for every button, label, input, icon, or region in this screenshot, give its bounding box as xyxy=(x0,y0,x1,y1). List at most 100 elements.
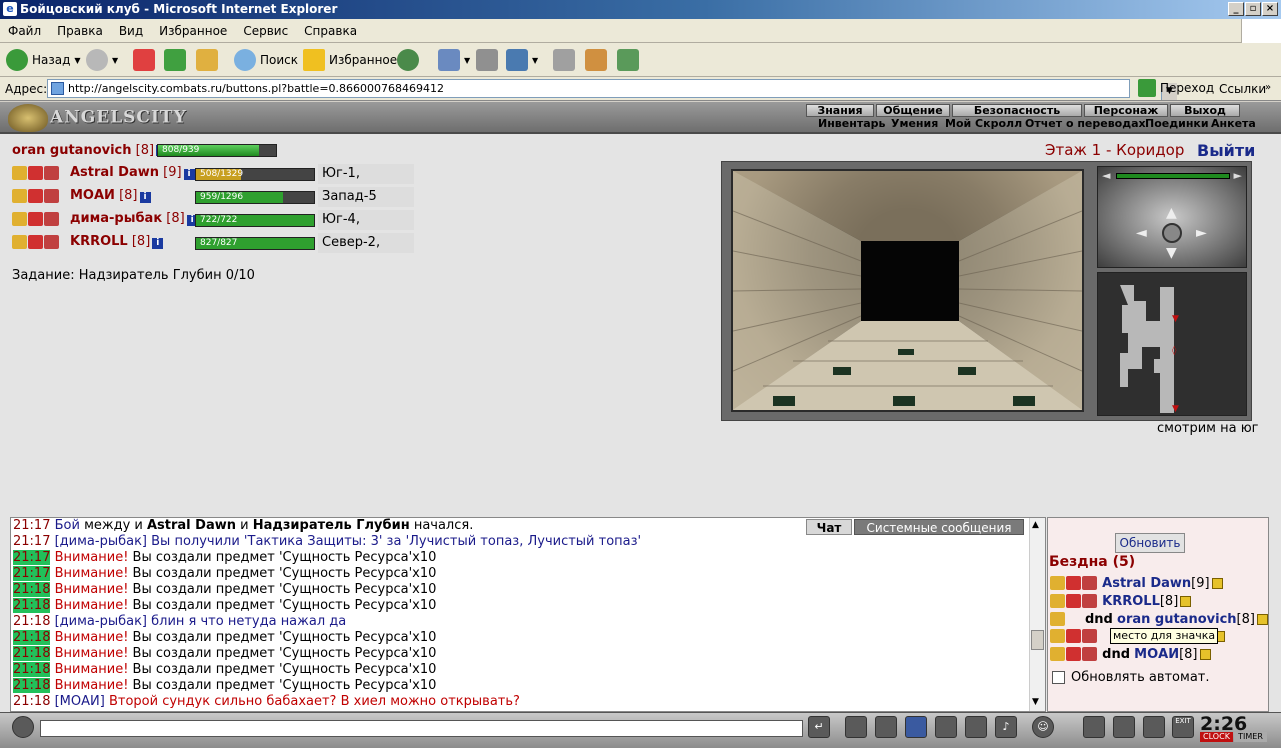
member-info-icon[interactable] xyxy=(1180,595,1192,607)
heal-icon[interactable] xyxy=(1066,576,1081,590)
attack-icon[interactable] xyxy=(12,166,27,180)
auto-refresh-checkbox[interactable] xyxy=(1052,671,1065,684)
feather-icon[interactable] xyxy=(1113,716,1135,738)
scroll-thumb[interactable] xyxy=(1031,630,1044,650)
member-info-icon[interactable] xyxy=(1256,613,1268,625)
save-log-icon[interactable] xyxy=(905,716,927,738)
nav-character[interactable]: Персонаж xyxy=(1084,104,1168,117)
nav-inventory[interactable]: Инвентарь xyxy=(818,118,885,130)
maximize-button[interactable]: ▫ xyxy=(1245,2,1261,16)
exit-dungeon-link[interactable]: Выйти xyxy=(1197,141,1255,160)
member-name[interactable]: дима-рыбак xyxy=(70,211,162,226)
room-member-name[interactable]: oran gutanovich xyxy=(1117,612,1237,627)
menu-tools[interactable]: Сервис xyxy=(235,19,296,43)
attack-icon[interactable] xyxy=(1050,612,1065,626)
nav-my-scroll[interactable]: Мой Скролл xyxy=(945,118,1022,130)
attack-icon[interactable] xyxy=(1050,576,1065,590)
heal-icon[interactable] xyxy=(28,166,43,180)
home-button[interactable] xyxy=(196,47,218,73)
member-info-icon[interactable] xyxy=(1211,577,1223,589)
messenger-button[interactable]: ▼ xyxy=(506,47,538,73)
attack-icon[interactable] xyxy=(1050,629,1065,643)
private-icon[interactable] xyxy=(965,716,987,738)
attack-icon[interactable] xyxy=(1050,647,1065,661)
room-member-name[interactable]: МОАИ xyxy=(1134,647,1179,662)
forward-button[interactable]: ▼ xyxy=(86,47,118,73)
heal-icon[interactable] xyxy=(28,212,43,226)
room-member-name[interactable]: KRROLL xyxy=(1102,594,1160,609)
player-name[interactable]: oran gutanovich xyxy=(12,143,132,158)
strafe-left-icon[interactable]: ◄ xyxy=(1136,225,1147,241)
attack-icon[interactable] xyxy=(12,235,27,249)
heart-icon[interactable] xyxy=(1082,594,1097,608)
edit-button[interactable] xyxy=(553,47,575,73)
favorites-button[interactable]: Избранное xyxy=(303,47,397,73)
heal-icon[interactable] xyxy=(28,235,43,249)
filter-icon[interactable] xyxy=(875,716,897,738)
bag-icon[interactable] xyxy=(1083,716,1105,738)
menu-view[interactable]: Вид xyxy=(111,19,151,43)
member-info-icon[interactable]: i xyxy=(183,169,195,180)
heal-icon[interactable] xyxy=(1066,594,1081,608)
nav-communication[interactable]: Общение xyxy=(876,104,950,117)
attack-icon[interactable] xyxy=(12,212,27,226)
address-input[interactable]: http://angelscity.combats.ru/buttons.pl?… xyxy=(47,79,1177,100)
scroll-down-icon[interactable]: ▼ xyxy=(1032,697,1039,707)
refresh-button[interactable]: Обновить xyxy=(1115,533,1185,553)
eraser-icon[interactable] xyxy=(845,716,867,738)
minimize-button[interactable]: _ xyxy=(1228,2,1244,16)
heal-icon[interactable] xyxy=(1066,647,1081,661)
scroll-up-icon[interactable]: ▲ xyxy=(1032,520,1039,530)
menu-help[interactable]: Справка xyxy=(296,19,365,43)
nav-transfer-report[interactable]: Отчет о переводах xyxy=(1025,118,1146,130)
search-button[interactable]: Поиск xyxy=(234,47,298,73)
sound-icon[interactable]: ♪ xyxy=(995,716,1017,738)
member-info-icon[interactable] xyxy=(1199,648,1211,660)
back-button[interactable]: Назад ▼ xyxy=(6,47,81,73)
nav-security[interactable]: Безопасность xyxy=(952,104,1082,117)
move-back-icon[interactable]: ▼ xyxy=(1166,245,1177,261)
nav-battles[interactable]: Поединки xyxy=(1145,118,1209,130)
chat-scrollbar[interactable]: ▲ ▼ xyxy=(1029,518,1045,711)
heart-icon[interactable] xyxy=(44,166,59,180)
menu-favorites[interactable]: Избранное xyxy=(151,19,235,43)
heal-icon[interactable] xyxy=(1066,629,1081,643)
tab-chat[interactable]: Чат xyxy=(806,519,852,535)
stop-button[interactable] xyxy=(133,47,155,73)
heart-icon[interactable] xyxy=(1082,629,1097,643)
heart-icon[interactable] xyxy=(44,212,59,226)
member-name[interactable]: Astral Dawn xyxy=(70,165,159,180)
member-info-icon[interactable]: i xyxy=(139,192,151,203)
heart-icon[interactable] xyxy=(44,189,59,203)
nav-exit[interactable]: Выход xyxy=(1170,104,1240,117)
menu-file[interactable]: Файл xyxy=(0,19,49,43)
turn-right-icon[interactable]: ► xyxy=(1234,169,1242,182)
member-name[interactable]: МОАИ xyxy=(70,188,115,203)
print-button[interactable] xyxy=(476,47,498,73)
member-name[interactable]: KRROLL xyxy=(70,234,128,249)
heart-icon[interactable] xyxy=(1082,576,1097,590)
refresh-button[interactable] xyxy=(164,47,186,73)
exit-button[interactable]: EXIT xyxy=(1172,716,1194,738)
member-info-icon[interactable]: i xyxy=(152,238,164,249)
links-chevron-icon[interactable]: » xyxy=(1265,82,1271,93)
menu-edit[interactable]: Правка xyxy=(49,19,111,43)
attack-icon[interactable] xyxy=(12,189,27,203)
smiley-icon[interactable]: ☺ xyxy=(1032,716,1054,738)
nav-profile[interactable]: Анкета xyxy=(1211,118,1256,130)
auto-refresh-option[interactable]: Обновлять автомат. xyxy=(1052,670,1210,685)
go-button[interactable]: Переход xyxy=(1138,79,1214,97)
clock-button[interactable]: CLOCK xyxy=(1200,732,1233,742)
fighter-icon[interactable] xyxy=(935,716,957,738)
contacts-button[interactable] xyxy=(617,47,639,73)
attack-icon[interactable] xyxy=(1050,594,1065,608)
send-icon[interactable]: ↵ xyxy=(808,716,830,738)
refresh-view-icon[interactable] xyxy=(1162,223,1182,243)
research-button[interactable] xyxy=(585,47,607,73)
tab-system-messages[interactable]: Системные сообщения xyxy=(854,519,1024,535)
lock-icon[interactable] xyxy=(1143,716,1165,738)
history-button[interactable] xyxy=(397,47,419,73)
timer-button[interactable]: TIMER xyxy=(1234,732,1267,742)
move-forward-icon[interactable]: ▲ xyxy=(1166,205,1177,221)
close-button[interactable]: × xyxy=(1262,2,1278,16)
